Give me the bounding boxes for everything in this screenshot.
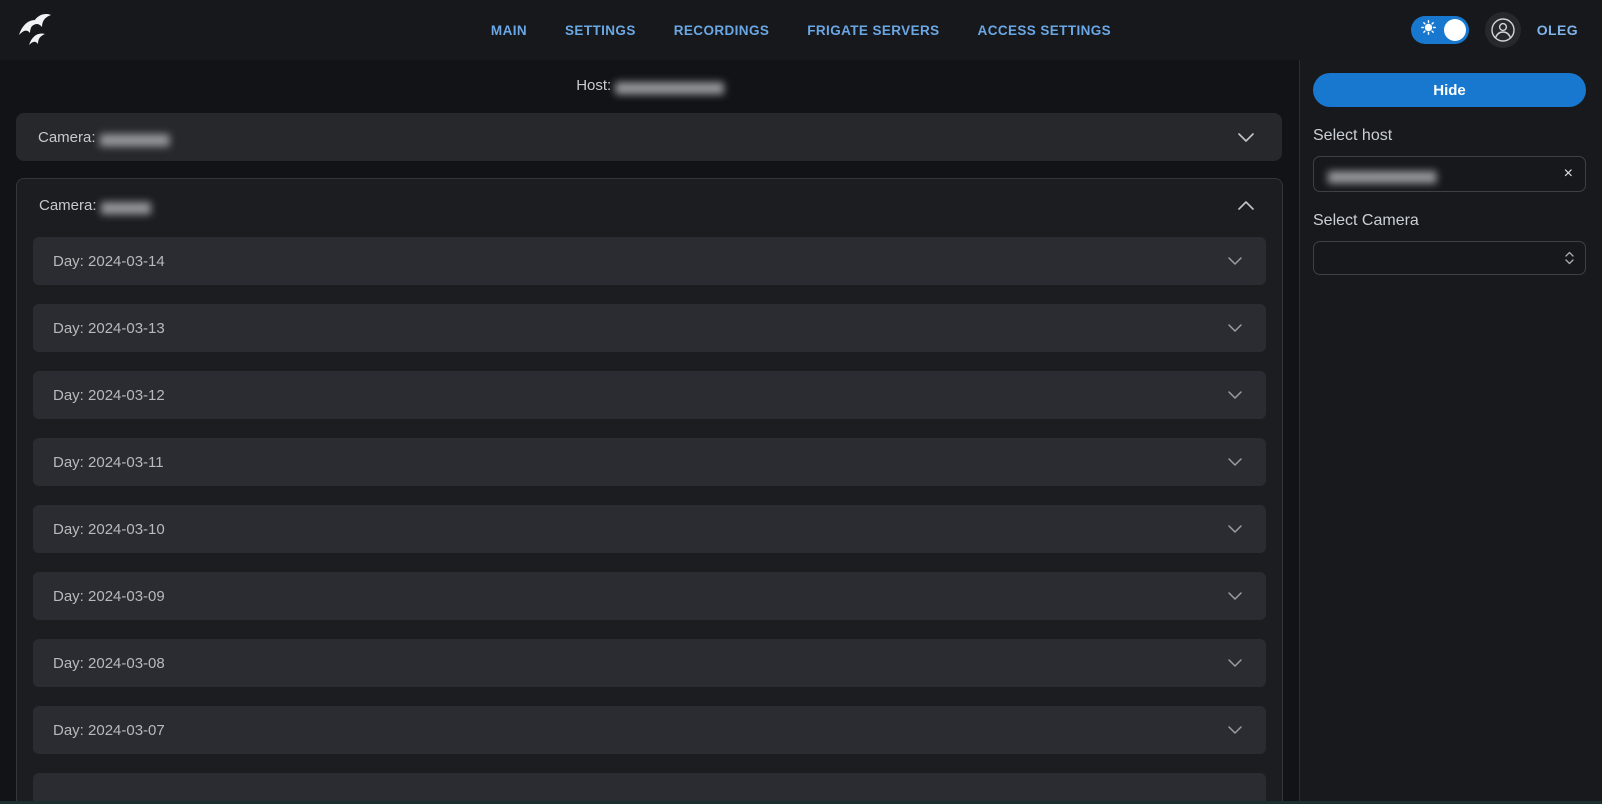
host-heading: Host: ▆▆▆▆▆▆▆▆▆▆▆ (0, 77, 1299, 94)
username-label[interactable]: OLEG (1537, 22, 1578, 38)
day-row[interactable]: Day: 2024-03-12 (33, 371, 1266, 419)
select-camera-label: Select Camera (1313, 212, 1586, 230)
camera-accordion-collapsed[interactable]: Camera: ▆▆▆▆▆▆▆ (16, 113, 1282, 161)
day-row[interactable]: Day: 2024-03-14 (33, 237, 1266, 285)
day-row-label: Day: 2024-03-14 (53, 253, 165, 270)
day-row-label: Day: 2024-03-12 (53, 387, 165, 404)
clear-host-icon[interactable]: × (1564, 166, 1573, 182)
day-row[interactable]: Day: 2024-03-10 (33, 505, 1266, 553)
host-input-value-redacted: ▆▆▆▆▆▆▆▆▆▆▆ (1328, 167, 1435, 184)
camera-label: Camera: (38, 129, 96, 146)
nav-item[interactable]: SETTINGS (565, 23, 636, 38)
camera-accordion-header[interactable]: Camera: ▆▆▆▆▆ (17, 179, 1282, 231)
camera-name-redacted: ▆▆▆▆▆▆▆ (100, 130, 168, 147)
day-list: Day: 2024-03-14 Day: 2024-03-13 Day: 202… (17, 231, 1282, 754)
chevron-down-icon (1228, 257, 1242, 265)
nav-item[interactable]: FRIGATE SERVERS (807, 23, 939, 38)
toggle-knob[interactable] (1444, 19, 1466, 41)
nav-item[interactable]: ACCESS SETTINGS (978, 23, 1112, 38)
day-row-label: Day: 2024-03-13 (53, 320, 165, 337)
camera-label: Camera: (39, 197, 97, 214)
chevron-down-icon (1228, 726, 1242, 734)
day-row-label: Day: 2024-03-11 (53, 454, 164, 471)
camera-select[interactable] (1313, 241, 1586, 275)
day-row[interactable]: Day: 2024-03-07 (33, 706, 1266, 754)
day-row-label: Day: 2024-03-07 (53, 722, 165, 739)
top-navigation-bar: MAIN SETTINGS RECORDINGS FRIGATE SERVERS… (0, 0, 1602, 60)
chevron-down-icon (1228, 458, 1242, 466)
chevron-down-icon (1238, 133, 1254, 142)
host-value-redacted: ▆▆▆▆▆▆▆▆▆▆▆ (615, 78, 722, 95)
day-row-label: Day: 2024-03-09 (53, 588, 165, 605)
nav-item[interactable]: RECORDINGS (674, 23, 770, 38)
hide-button[interactable]: Hide (1313, 73, 1586, 107)
frigate-birds-logo-icon[interactable] (14, 8, 58, 52)
chevron-up-icon (1238, 201, 1254, 210)
day-row[interactable]: Day: 2024-03-13 (33, 304, 1266, 352)
filters-sidebar: Hide Select host ▆▆▆▆▆▆▆▆▆▆▆ × Select Ca… (1299, 60, 1602, 804)
chevron-down-icon (1228, 592, 1242, 600)
day-row-partial[interactable] (33, 773, 1266, 804)
content-row: Host: ▆▆▆▆▆▆▆▆▆▆▆ Camera: ▆▆▆▆▆▆▆ Camera… (0, 60, 1602, 804)
recordings-main-area: Host: ▆▆▆▆▆▆▆▆▆▆▆ Camera: ▆▆▆▆▆▆▆ Camera… (0, 60, 1299, 804)
chevron-down-icon (1228, 391, 1242, 399)
nav-item[interactable]: MAIN (491, 23, 527, 38)
day-row[interactable]: Day: 2024-03-11 (33, 438, 1266, 486)
day-row[interactable]: Day: 2024-03-09 (33, 572, 1266, 620)
topbar-right-controls: OLEG (1411, 12, 1578, 48)
select-host-label: Select host (1313, 127, 1586, 145)
main-nav: MAIN SETTINGS RECORDINGS FRIGATE SERVERS… (0, 0, 1602, 60)
host-select-input[interactable]: ▆▆▆▆▆▆▆▆▆▆▆ × (1313, 156, 1586, 192)
chevron-down-icon (1228, 525, 1242, 533)
chevron-up-down-icon (1564, 250, 1575, 266)
theme-toggle[interactable] (1411, 16, 1469, 44)
day-row[interactable]: Day: 2024-03-08 (33, 639, 1266, 687)
camera-accordion-expanded: Camera: ▆▆▆▆▆ Day: 2024-03-14 Day: 2024-… (16, 178, 1283, 804)
chevron-down-icon (1228, 324, 1242, 332)
day-row-label: Day: 2024-03-08 (53, 655, 165, 672)
day-row-label: Day: 2024-03-10 (53, 521, 165, 538)
user-avatar-icon[interactable] (1485, 12, 1521, 48)
chevron-down-icon (1228, 659, 1242, 667)
host-label: Host: (576, 77, 611, 94)
camera-name-redacted: ▆▆▆▆▆ (101, 198, 150, 215)
sun-icon (1421, 20, 1436, 40)
